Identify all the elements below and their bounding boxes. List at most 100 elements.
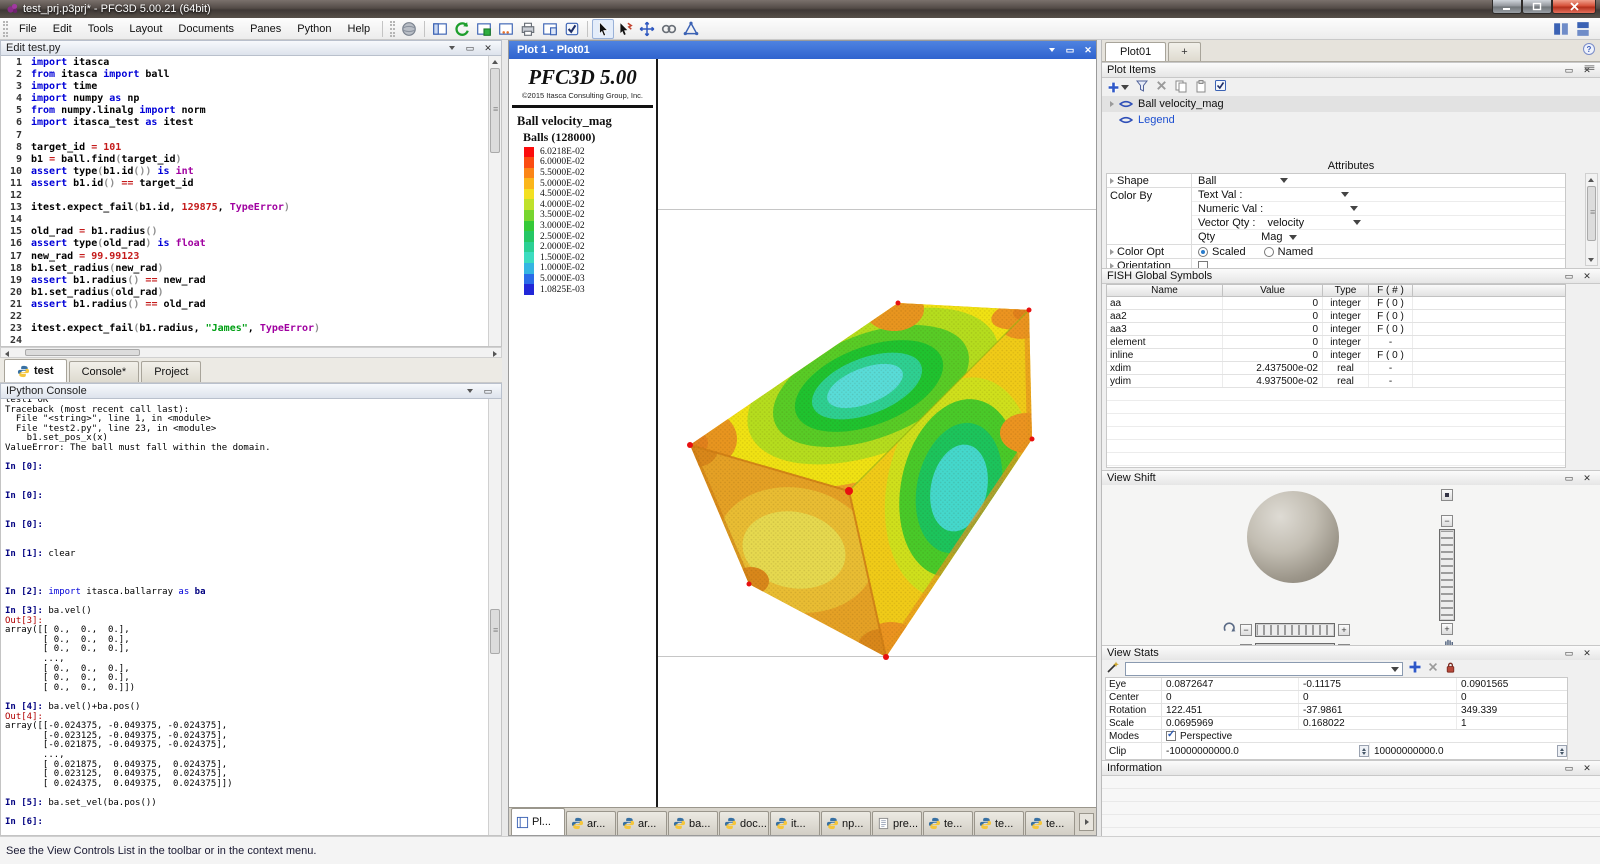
view-shift-close-icon[interactable]: ✕ xyxy=(1579,472,1595,484)
add-plot-tab-button[interactable]: + xyxy=(1168,42,1201,61)
filter-items-button[interactable] xyxy=(1135,79,1149,96)
scaled-radio[interactable] xyxy=(1198,246,1208,257)
code-editor[interactable]: 1 import itasca 2 from itasca import ball 3 i… xyxy=(0,56,502,347)
wand-icon[interactable] xyxy=(1106,660,1120,677)
fish-minimize-icon[interactable]: ▭ xyxy=(1561,270,1577,282)
doc-tab-it[interactable]: it... xyxy=(770,811,820,835)
menu-documents[interactable]: Documents xyxy=(170,20,242,38)
menu-tools[interactable]: Tools xyxy=(80,20,122,38)
clip-max-spinner[interactable] xyxy=(1557,745,1567,757)
console-vscrollbar[interactable] xyxy=(488,399,501,835)
paste-item-button[interactable] xyxy=(1194,79,1208,96)
vertical-zoom-slider[interactable] xyxy=(1439,529,1455,621)
plot-canvas[interactable]: PFC3D 5.00 ©2015 Itasca Consulting Group… xyxy=(509,59,1096,807)
console-menu-icon[interactable] xyxy=(462,385,478,397)
reset-view-button[interactable] xyxy=(1441,489,1453,501)
numericval-dropdown[interactable]: Numeric Val : xyxy=(1192,202,1565,216)
named-radio[interactable] xyxy=(1263,246,1274,257)
panel-new-tool[interactable] xyxy=(539,19,561,39)
fish-column-name[interactable]: Name xyxy=(1107,285,1223,296)
clip-max-field[interactable]: 10000000000.0 xyxy=(1370,743,1567,759)
editor-vscroll-thumb[interactable] xyxy=(490,68,500,153)
translate-tool[interactable] xyxy=(636,19,658,39)
scroll-up-icon[interactable] xyxy=(1585,174,1597,185)
expand-icon[interactable] xyxy=(1110,248,1114,255)
split-cols-tool[interactable] xyxy=(1550,19,1572,39)
delete-view-icon[interactable] xyxy=(1427,661,1439,676)
ipython-console[interactable]: test1 OK Traceback (most recent call last… xyxy=(0,399,502,836)
doc-tab-ba[interactable]: ba... xyxy=(668,811,718,835)
plot-item-legend[interactable]: Legend xyxy=(1102,112,1600,128)
fish-column-f#[interactable]: F ( # ) xyxy=(1369,285,1413,296)
scroll-down-icon[interactable] xyxy=(1585,254,1597,265)
fish-row-inline[interactable]: inline 0 integer F ( 0 ) xyxy=(1107,349,1565,362)
close-button[interactable] xyxy=(1552,0,1596,14)
clip-min-spinner[interactable] xyxy=(1359,745,1369,757)
trackball-sphere[interactable] xyxy=(1247,491,1339,583)
editor-close-icon[interactable]: ✕ xyxy=(480,42,496,54)
copy-item-button[interactable] xyxy=(1174,79,1188,96)
rotate-slider[interactable] xyxy=(1255,623,1335,637)
information-close-icon[interactable]: ✕ xyxy=(1579,762,1595,774)
view-shift-minimize-icon[interactable]: ▭ xyxy=(1561,472,1577,484)
doc-tab-ar[interactable]: ar... xyxy=(566,811,616,835)
editor-hscroll-thumb[interactable] xyxy=(25,349,140,356)
globe-tool[interactable] xyxy=(398,19,420,39)
doc-tab-ar[interactable]: ar... xyxy=(617,811,667,835)
fish-row-aa2[interactable]: aa2 0 integer F ( 0 ) xyxy=(1107,310,1565,323)
maximize-button[interactable] xyxy=(1522,0,1552,14)
check-big-tool[interactable] xyxy=(561,19,583,39)
fish-column-value[interactable]: Value xyxy=(1223,285,1323,296)
print-tool[interactable] xyxy=(517,19,539,39)
tab-test[interactable]: test xyxy=(4,359,67,382)
view-preset-combobox[interactable] xyxy=(1125,661,1403,676)
tab-scroll-right-icon[interactable] xyxy=(1079,813,1094,831)
view-stats-minimize-icon[interactable]: ▭ xyxy=(1561,647,1577,659)
minimize-button[interactable] xyxy=(1492,0,1522,14)
scroll-up-icon[interactable] xyxy=(489,56,501,67)
expand-icon[interactable] xyxy=(1110,177,1114,184)
tab-plot01[interactable]: Plot01 xyxy=(1105,42,1167,61)
fish-row-aa3[interactable]: aa3 0 integer F ( 0 ) xyxy=(1107,323,1565,336)
add-plot-item-button[interactable] xyxy=(1107,81,1129,94)
console-vscroll-thumb[interactable] xyxy=(490,609,500,654)
editor-menu-icon[interactable] xyxy=(444,42,460,54)
fish-column-headers[interactable]: Name Value Type F ( # ) xyxy=(1106,284,1566,297)
menu-help[interactable]: Help xyxy=(340,20,379,38)
doc-tab-Pl[interactable]: Pl... xyxy=(511,808,565,835)
menu-python[interactable]: Python xyxy=(289,20,339,38)
doc-tab-te[interactable]: te... xyxy=(923,811,973,835)
menu-layout[interactable]: Layout xyxy=(121,20,170,38)
editor-hscrollbar[interactable] xyxy=(0,347,502,358)
cursor-tool[interactable] xyxy=(592,18,615,39)
toolbar-grip-2[interactable] xyxy=(390,20,396,37)
plot-items-minimize-icon[interactable]: ▭ xyxy=(1561,64,1577,76)
plot-menu-icon[interactable] xyxy=(1044,44,1060,56)
textval-dropdown[interactable]: Text Val : xyxy=(1192,188,1565,202)
plot-header[interactable]: Plot 1 - Plot01 ▭ ✕ xyxy=(509,41,1096,59)
expand-icon[interactable] xyxy=(1110,101,1114,107)
qty-dropdown[interactable]: Qty Mag xyxy=(1192,230,1565,244)
lock-icon[interactable] xyxy=(1444,661,1457,677)
list-menu-icon[interactable]: ≡≡ xyxy=(1584,63,1595,74)
fish-column-type[interactable]: Type xyxy=(1323,285,1369,296)
help-icon[interactable]: ? xyxy=(1582,42,1596,59)
rotate-minus-button[interactable]: − xyxy=(1240,624,1252,636)
doc-tab-doc[interactable]: doc... xyxy=(719,811,769,835)
measure-tool[interactable] xyxy=(680,19,702,39)
delete-item-button[interactable] xyxy=(1155,79,1168,95)
fish-row-xdim[interactable]: xdim 2.437500e-02 real - xyxy=(1107,362,1565,375)
tab-project[interactable]: Project xyxy=(141,361,202,382)
fish-close-icon[interactable]: ✕ xyxy=(1579,270,1595,282)
link-tool[interactable] xyxy=(658,19,680,39)
menu-file[interactable]: File xyxy=(11,20,45,38)
doc-tab-np[interactable]: np... xyxy=(821,811,871,835)
toolbar-grip[interactable] xyxy=(3,20,8,37)
information-minimize-icon[interactable]: ▭ xyxy=(1561,762,1577,774)
fish-row-element[interactable]: element 0 integer - xyxy=(1107,336,1565,349)
console-minimize-icon[interactable]: ▭ xyxy=(480,385,496,397)
toggle-items-button[interactable] xyxy=(1214,79,1228,96)
refresh-tool[interactable] xyxy=(451,19,473,39)
panel-markers-tool[interactable] xyxy=(495,19,517,39)
editor-vscrollbar[interactable] xyxy=(488,56,501,346)
